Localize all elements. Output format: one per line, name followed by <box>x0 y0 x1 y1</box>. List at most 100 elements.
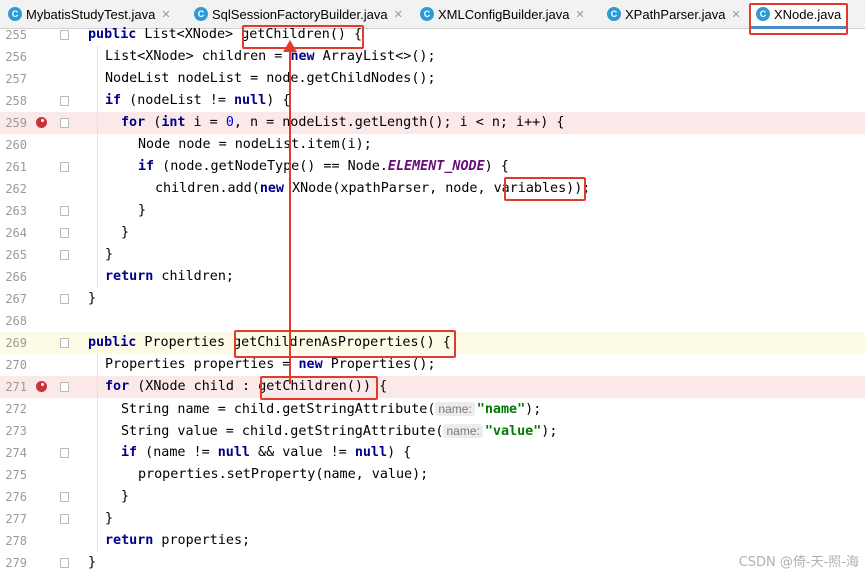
class-icon: C <box>194 7 208 21</box>
fold-icon[interactable] <box>60 448 69 458</box>
code-line-277[interactable]: 277 } <box>0 508 865 530</box>
indent-guide <box>97 354 98 552</box>
close-icon[interactable]: ✕ <box>576 8 585 21</box>
class-icon: C <box>8 7 22 21</box>
fold-icon[interactable] <box>60 294 69 304</box>
annotation-box-getchildren-call <box>260 376 378 400</box>
code-text: } <box>121 225 130 240</box>
code-line-255[interactable]: 255 public List<XNode> getChildren() { <box>0 24 865 46</box>
annotation-box-variables <box>504 177 586 201</box>
fold-icon[interactable] <box>60 96 69 106</box>
line-number: 278 <box>5 534 27 548</box>
code-line-266[interactable]: 266 return children; <box>0 266 865 288</box>
close-icon[interactable]: ✕ <box>394 8 403 21</box>
parameter-hint: name: <box>443 424 483 438</box>
code-text: properties.setProperty(name, value); <box>138 467 429 482</box>
line-number: 277 <box>5 512 27 526</box>
code-line-264[interactable]: 264 } <box>0 222 865 244</box>
code-text: } <box>121 489 130 504</box>
code-line-262[interactable]: 262 children.add(new XNode(xpathParser, … <box>0 178 865 200</box>
code-text: NodeList nodeList = node.getChildNodes()… <box>105 71 436 86</box>
code-line-275[interactable]: 275 properties.setProperty(name, value); <box>0 464 865 486</box>
code-text: String name = child.getStringAttribute(n… <box>121 402 542 417</box>
annotation-box-getchildren-def <box>242 25 364 49</box>
line-number: 272 <box>5 402 27 416</box>
code-text: if (name != null && value != null) { <box>121 445 412 460</box>
line-number: 269 <box>5 336 27 350</box>
parameter-hint: name: <box>435 402 475 416</box>
fold-icon[interactable] <box>60 162 69 172</box>
tab-label: XMLConfigBuilder.java <box>438 6 570 22</box>
code-line-278[interactable]: 278 return properties; <box>0 530 865 552</box>
line-number: 266 <box>5 270 27 284</box>
code-text: } <box>105 247 114 262</box>
line-number: 258 <box>5 94 27 108</box>
line-number: 274 <box>5 446 27 460</box>
line-number: 263 <box>5 204 27 218</box>
annotation-arrowhead <box>283 40 297 52</box>
code-line-279[interactable]: 279 } <box>0 552 865 574</box>
code-text: if (nodeList != null) { <box>105 93 291 108</box>
fold-icon[interactable] <box>60 558 69 568</box>
code-line-273[interactable]: 273 String value = child.getStringAttrib… <box>0 420 865 442</box>
breakpoint-icon[interactable] <box>36 117 47 128</box>
code-line-256[interactable]: 256 List<XNode> children = new ArrayList… <box>0 46 865 68</box>
line-number: 279 <box>5 556 27 570</box>
code-line-265[interactable]: 265 } <box>0 244 865 266</box>
fold-icon[interactable] <box>60 206 69 216</box>
annotation-box-getchildrenasproperties <box>234 330 456 358</box>
tab-label: SqlSessionFactoryBuilder.java <box>212 6 388 22</box>
code-line-272[interactable]: 272 String name = child.getStringAttribu… <box>0 398 865 420</box>
code-line-257[interactable]: 257 NodeList nodeList = node.getChildNod… <box>0 68 865 90</box>
line-number: 276 <box>5 490 27 504</box>
code-line-267[interactable]: 267 } <box>0 288 865 310</box>
line-number: 256 <box>5 50 27 64</box>
code-line-261[interactable]: 261 if (node.getNodeType() == Node.ELEME… <box>0 156 865 178</box>
indent-guide <box>97 46 98 288</box>
line-number: 264 <box>5 226 27 240</box>
line-number: 261 <box>5 160 27 174</box>
code-text: Node node = nodeList.item(i); <box>138 137 372 152</box>
watermark: CSDN @倚-天-照-海 <box>738 555 859 570</box>
code-line-259[interactable]: 259 for (int i = 0, n = nodeList.getLeng… <box>0 112 865 134</box>
code-line-263[interactable]: 263 } <box>0 200 865 222</box>
fold-icon[interactable] <box>60 118 69 128</box>
breakpoint-icon[interactable] <box>36 381 47 392</box>
line-number: 257 <box>5 72 27 86</box>
code-line-271[interactable]: 271 for (XNode child : getChildren()) { <box>0 376 865 398</box>
fold-icon[interactable] <box>60 514 69 524</box>
tab-label: MybatisStudyTest.java <box>26 6 156 22</box>
code-line-276[interactable]: 276 } <box>0 486 865 508</box>
code-text: return properties; <box>105 533 251 548</box>
fold-icon[interactable] <box>60 382 69 392</box>
code-text: String value = child.getStringAttribute(… <box>121 424 558 439</box>
close-icon[interactable]: ✕ <box>161 8 170 21</box>
line-number: 273 <box>5 424 27 438</box>
fold-icon[interactable] <box>60 30 69 40</box>
code-line-274[interactable]: 274 if (name != null && value != null) { <box>0 442 865 464</box>
line-number: 255 <box>5 28 27 42</box>
annotation-arrow-line <box>289 48 291 384</box>
code-text: for (int i = 0, n = nodeList.getLength()… <box>121 115 565 130</box>
line-number: 259 <box>5 116 27 130</box>
code-text: } <box>88 555 97 570</box>
fold-icon[interactable] <box>60 338 69 348</box>
code-line-268[interactable]: 268 <box>0 310 865 332</box>
fold-icon[interactable] <box>60 228 69 238</box>
line-number: 262 <box>5 182 27 196</box>
code-line-258[interactable]: 258 if (nodeList != null) { <box>0 90 865 112</box>
code-text: if (node.getNodeType() == Node.ELEMENT_N… <box>138 159 509 174</box>
fold-icon[interactable] <box>60 250 69 260</box>
line-number: 271 <box>5 380 27 394</box>
code-text: } <box>138 203 147 218</box>
code-text: return children; <box>105 269 234 284</box>
class-icon: C <box>420 7 434 21</box>
code-line-260[interactable]: 260 Node node = nodeList.item(i); <box>0 134 865 156</box>
line-number: 270 <box>5 358 27 372</box>
close-icon[interactable]: ✕ <box>731 8 740 21</box>
fold-icon[interactable] <box>60 492 69 502</box>
code-text: } <box>88 291 97 306</box>
line-number: 260 <box>5 138 27 152</box>
line-number: 265 <box>5 248 27 262</box>
line-number: 267 <box>5 292 27 306</box>
